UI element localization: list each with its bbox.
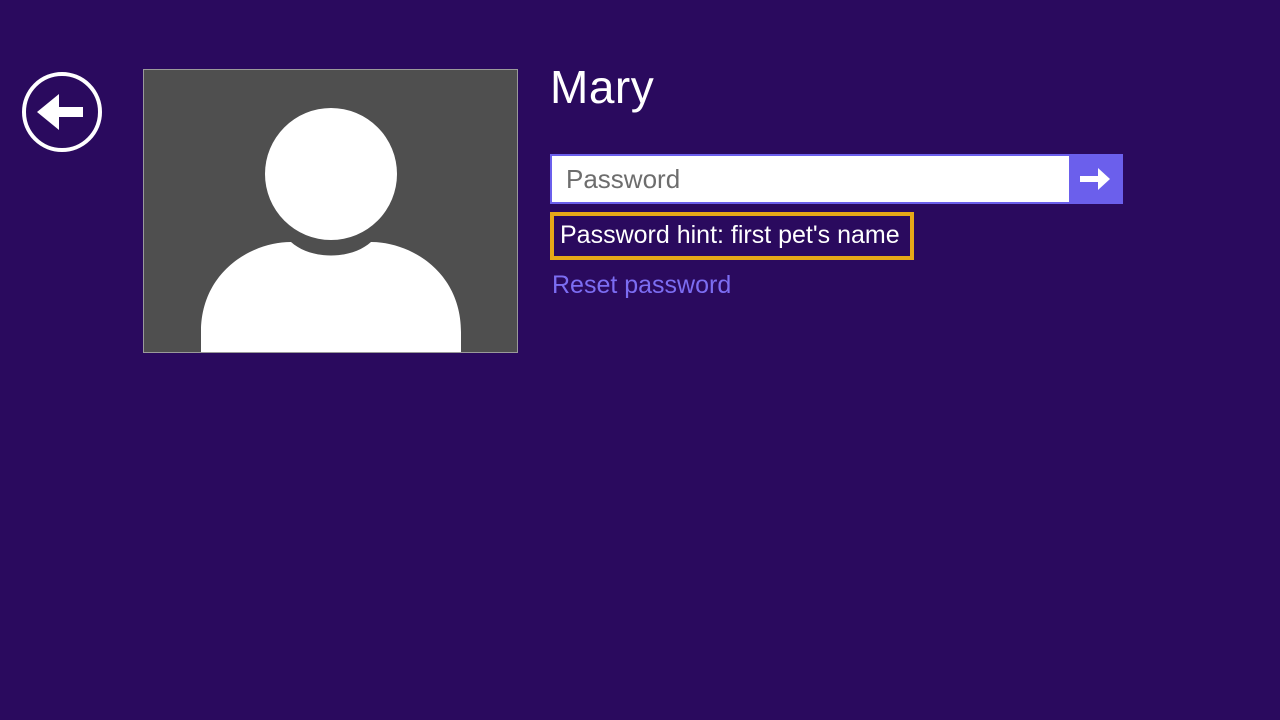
back-button[interactable] bbox=[22, 72, 102, 152]
username-label: Mary bbox=[550, 60, 1130, 114]
login-screen: Mary Password hint: first pet's name Res… bbox=[0, 0, 1280, 720]
password-row bbox=[550, 154, 1123, 204]
submit-button[interactable] bbox=[1069, 156, 1121, 202]
back-arrow-icon bbox=[37, 94, 87, 130]
arrow-right-icon bbox=[1080, 168, 1110, 190]
reset-password-link[interactable]: Reset password bbox=[552, 271, 1130, 300]
password-input[interactable] bbox=[552, 156, 1069, 202]
password-hint: Password hint: first pet's name bbox=[550, 212, 914, 260]
user-avatar bbox=[143, 69, 518, 353]
user-silhouette-icon bbox=[144, 70, 517, 352]
login-form: Mary Password hint: first pet's name Res… bbox=[550, 60, 1130, 300]
